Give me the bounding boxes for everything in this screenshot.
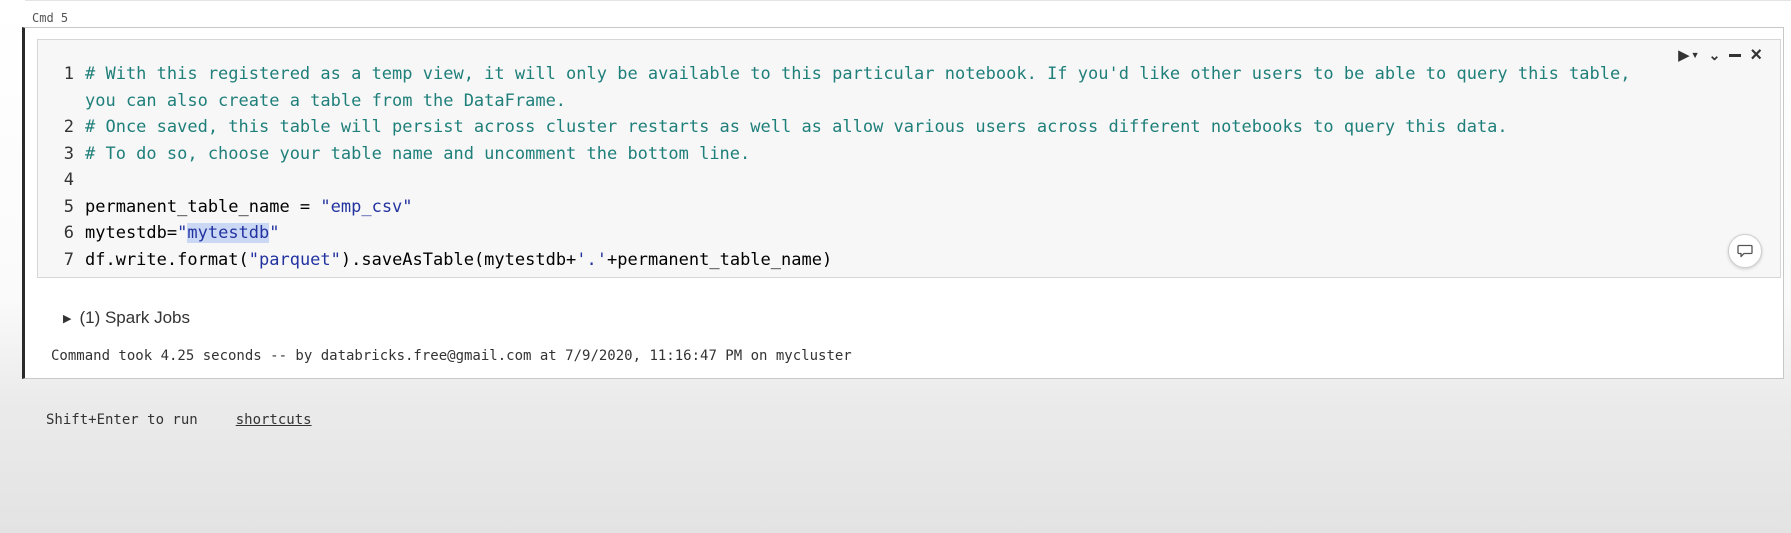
line-number: 6 (63, 223, 74, 243)
close-icon[interactable]: × (1750, 45, 1762, 65)
code-string: " (269, 223, 280, 243)
top-divider (25, 0, 1791, 1)
code-line[interactable]: you can also create a table from the Dat… (38, 88, 1744, 115)
code-line[interactable]: 5 permanent_table_name = "emp_csv" (38, 194, 1744, 221)
expand-triangle-icon: ▶ (63, 312, 72, 325)
dropdown-caret-icon: ▼ (1690, 49, 1700, 60)
line-number (38, 88, 85, 115)
comment-icon (1737, 244, 1753, 258)
line-number: 3 (63, 143, 74, 164)
line-number: 5 (63, 196, 74, 217)
code-text: permanent_table_name = (85, 196, 321, 217)
code-editor[interactable]: ▶ ▼ ⌄ × 1 # With this registered as a te… (37, 39, 1781, 278)
code-line[interactable]: 4 (38, 167, 1744, 194)
minimize-icon (1729, 53, 1742, 57)
footer: Shift+Enter to run shortcuts (46, 412, 312, 428)
code-line[interactable]: 3 # To do so, choose your table name and… (38, 141, 1744, 168)
code-text: mytestdb= (85, 223, 178, 243)
code-text: +permanent_table_name) (607, 249, 833, 270)
command-status: Command took 4.25 seconds -- by databric… (51, 348, 852, 364)
run-hint: Shift+Enter to run (46, 412, 198, 428)
spark-jobs-toggle[interactable]: ▶ (1) Spark Jobs (63, 308, 190, 328)
code-comment: # To do so, choose your table name and u… (85, 143, 751, 164)
code-comment: # Once saved, this table will persist ac… (85, 117, 1508, 137)
code-comment: # With this registered as a temp view, i… (85, 64, 1631, 84)
selected-text: mytestdb (187, 223, 270, 243)
line-number: 2 (63, 117, 74, 137)
cell-label: Cmd 5 (32, 11, 69, 25)
notebook-cell[interactable]: ▶ ▼ ⌄ × 1 # With this registered as a te… (22, 27, 1784, 379)
code-text: ).saveAsTable(mytestdb+ (340, 249, 577, 270)
code-string: " (177, 223, 188, 243)
line-number: 7 (63, 249, 74, 270)
code-string: '.' (576, 249, 608, 270)
chevron-down-icon[interactable]: ⌄ (1709, 48, 1721, 62)
line-number: 1 (63, 64, 74, 84)
code-line[interactable]: 1 # With this registered as a temp view,… (38, 61, 1744, 88)
code-lines: 1 # With this registered as a temp view,… (38, 61, 1744, 273)
line-number: 4 (63, 170, 74, 190)
code-line[interactable]: 7 df.write.format("parquet").saveAsTable… (38, 247, 1744, 274)
spark-jobs-label: (1) Spark Jobs (79, 308, 191, 327)
code-line[interactable]: 2 # Once saved, this table will persist … (38, 114, 1744, 141)
code-text: df.write.format( (85, 249, 249, 270)
comment-button[interactable] (1728, 234, 1762, 268)
code-comment: you can also create a table from the Dat… (85, 90, 567, 111)
code-string: "parquet" (248, 249, 341, 270)
code-line[interactable]: 6 mytestdb="mytestdb" (38, 220, 1744, 247)
shortcuts-link[interactable]: shortcuts (236, 412, 312, 428)
minimize-button[interactable] (1729, 53, 1742, 57)
code-string: "emp_csv" (320, 196, 413, 217)
